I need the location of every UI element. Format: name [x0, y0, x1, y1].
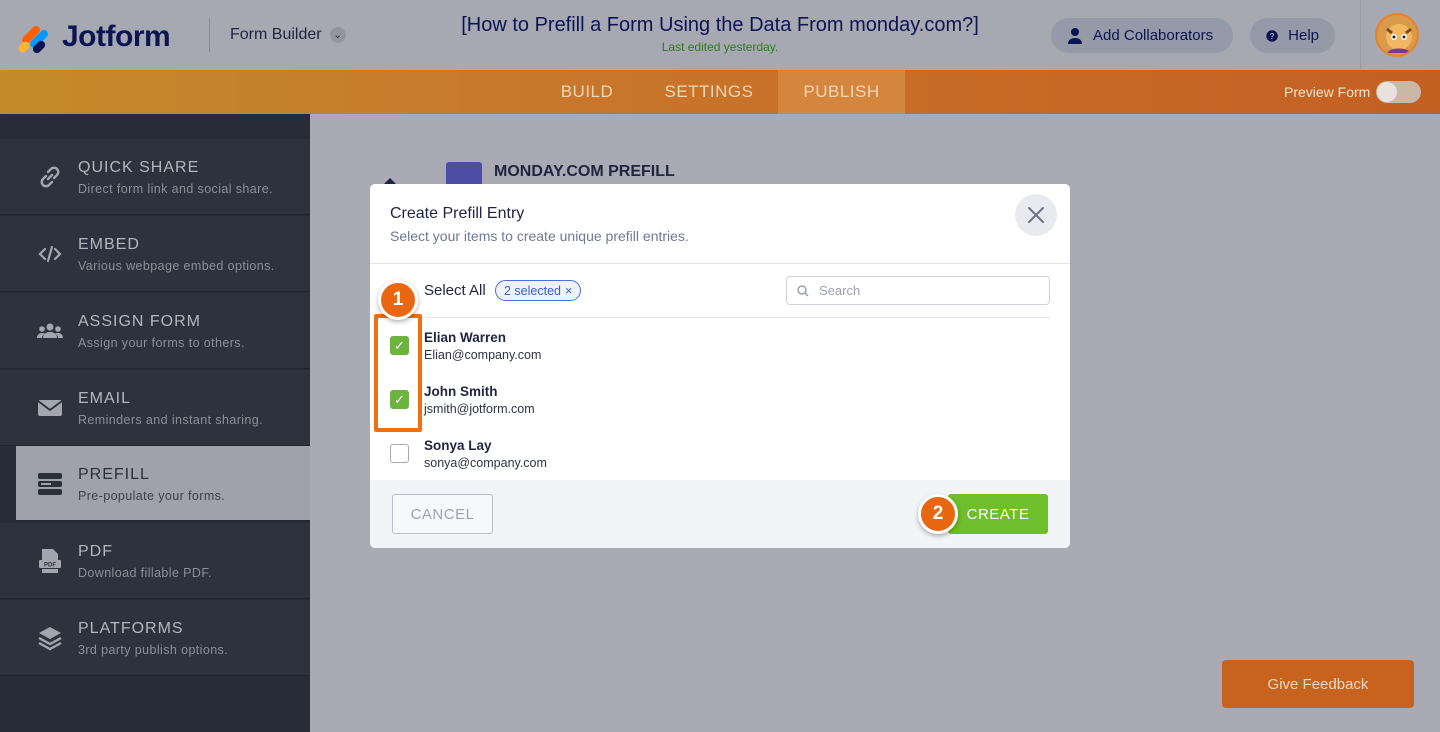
logo-text: Jotform: [62, 20, 171, 53]
svg-text:?: ?: [1270, 32, 1275, 41]
header-divider-right: [1360, 0, 1361, 70]
code-icon: [36, 241, 64, 267]
entry-name: John Smith: [424, 384, 498, 399]
sidebar-item-desc: Assign your forms to others.: [78, 336, 245, 350]
avatar[interactable]: [1375, 13, 1419, 57]
envelope-icon: [36, 395, 64, 421]
sidebar-item-pdf[interactable]: PDF PDF Download fillable PDF.: [0, 523, 310, 599]
list-item[interactable]: ✓ Elian Warren Elian@company.com: [370, 328, 1070, 382]
entry-email: sonya@company.com: [424, 456, 547, 470]
form-builder-label: Form Builder: [230, 26, 322, 43]
close-icon: [1028, 207, 1044, 223]
sidebar-item-desc: Reminders and instant sharing.: [78, 413, 264, 427]
list-divider: [390, 317, 1050, 318]
tab-publish[interactable]: PUBLISH: [778, 70, 905, 114]
sidebar-item-title: EMBED: [78, 236, 140, 253]
jotform-logo[interactable]: Jotform: [16, 20, 171, 55]
cancel-button[interactable]: CANCEL: [392, 494, 493, 534]
tab-build[interactable]: BUILD: [540, 70, 634, 114]
link-icon: [36, 164, 64, 190]
sidebar-item-title: PDF: [78, 543, 113, 560]
step-marker-1: 1: [378, 280, 418, 320]
modal-header: Create Prefill Entry Select your items t…: [370, 184, 1070, 264]
add-collaborators-label: Add Collaborators: [1093, 27, 1214, 44]
avatar-icon: [1377, 15, 1417, 55]
publish-nav-bar: BUILD SETTINGS PUBLISH Preview Form: [0, 70, 1440, 114]
add-collaborators-button[interactable]: Add Collaborators: [1051, 18, 1233, 53]
selected-count-label: 2 selected: [504, 283, 561, 298]
search-icon: [797, 284, 809, 297]
preview-form-toggle[interactable]: [1376, 81, 1421, 103]
sidebar-item-embed[interactable]: EMBED Various webpage embed options.: [0, 216, 310, 292]
users-icon: [36, 318, 64, 344]
entry-name: Elian Warren: [424, 330, 507, 345]
create-button[interactable]: CREATE: [948, 494, 1048, 534]
pdf-icon: PDF: [36, 548, 64, 574]
section-title: MONDAY.COM PREFILL: [494, 163, 675, 180]
entry-checkbox[interactable]: [390, 444, 409, 463]
step-marker-2: 2: [918, 494, 958, 534]
question-icon: ?: [1266, 29, 1278, 42]
publish-sidebar: QUICK SHARE Direct form link and social …: [0, 114, 310, 732]
header-divider: [209, 18, 210, 52]
give-feedback-button[interactable]: Give Feedback: [1222, 660, 1414, 708]
jotform-logo-icon: [16, 21, 50, 55]
preview-form-label: Preview Form: [1284, 84, 1371, 100]
sidebar-item-quick-share[interactable]: QUICK SHARE Direct form link and social …: [0, 139, 310, 215]
form-title[interactable]: [How to Prefill a Form Using the Data Fr…: [420, 14, 1020, 37]
sidebar-item-title: EMAIL: [78, 390, 132, 407]
toggle-knob: [1377, 82, 1397, 102]
top-header: Jotform Form Builder ⌄ [How to Prefill a…: [0, 0, 1440, 70]
layers-icon: [36, 625, 64, 651]
svg-text:PDF: PDF: [44, 563, 56, 569]
sidebar-item-desc: 3rd party publish options.: [78, 643, 229, 657]
search-placeholder: Search: [819, 283, 861, 298]
sidebar-item-title: PLATFORMS: [78, 620, 184, 637]
last-edited-status: Last edited yesterday.: [661, 40, 779, 54]
tab-settings[interactable]: SETTINGS: [648, 70, 770, 114]
sidebar-item-desc: Direct form link and social share.: [78, 182, 273, 196]
sidebar-item-platforms[interactable]: PLATFORMS 3rd party publish options.: [0, 600, 310, 676]
sidebar-item-email[interactable]: EMAIL Reminders and instant sharing.: [0, 370, 310, 446]
sidebar-item-title: ASSIGN FORM: [78, 313, 202, 330]
sidebar-item-title: PREFILL: [78, 466, 150, 483]
sidebar-item-assign-form[interactable]: ASSIGN FORM Assign your forms to others.: [0, 293, 310, 369]
entry-email: Elian@company.com: [424, 348, 542, 362]
create-prefill-modal: Create Prefill Entry Select your items t…: [370, 184, 1070, 548]
search-input[interactable]: Search: [786, 276, 1050, 305]
modal-subtitle: Select your items to create unique prefi…: [390, 228, 689, 244]
sidebar-item-desc: Download fillable PDF.: [78, 566, 212, 580]
sidebar-item-title: QUICK SHARE: [78, 159, 200, 176]
entry-name: Sonya Lay: [424, 438, 492, 453]
close-button[interactable]: [1015, 194, 1057, 236]
user-icon: [1068, 27, 1082, 44]
form-title-area: [How to Prefill a Form Using the Data Fr…: [420, 14, 1020, 54]
modal-footer: CANCEL CREATE: [370, 480, 1070, 548]
clear-selection-icon[interactable]: ×: [565, 284, 572, 298]
chevron-down-icon: ⌄: [329, 27, 346, 43]
help-label: Help: [1288, 27, 1319, 44]
sidebar-item-desc: Pre-populate your forms.: [78, 489, 226, 503]
list-item[interactable]: ✓ John Smith jsmith@jotform.com: [370, 382, 1070, 436]
help-button[interactable]: ? Help: [1250, 18, 1335, 53]
prefill-icon: [36, 471, 64, 497]
entry-email: jsmith@jotform.com: [424, 402, 535, 416]
sidebar-item-prefill[interactable]: PREFILL Pre-populate your forms.: [16, 446, 310, 521]
checkbox-highlight-box: [374, 314, 422, 432]
modal-title: Create Prefill Entry: [390, 205, 525, 222]
sidebar-item-desc: Various webpage embed options.: [78, 259, 275, 273]
form-builder-menu[interactable]: Form Builder ⌄: [230, 26, 346, 44]
selected-count-badge[interactable]: 2 selected ×: [495, 280, 582, 301]
select-all-label[interactable]: Select All: [424, 282, 486, 299]
